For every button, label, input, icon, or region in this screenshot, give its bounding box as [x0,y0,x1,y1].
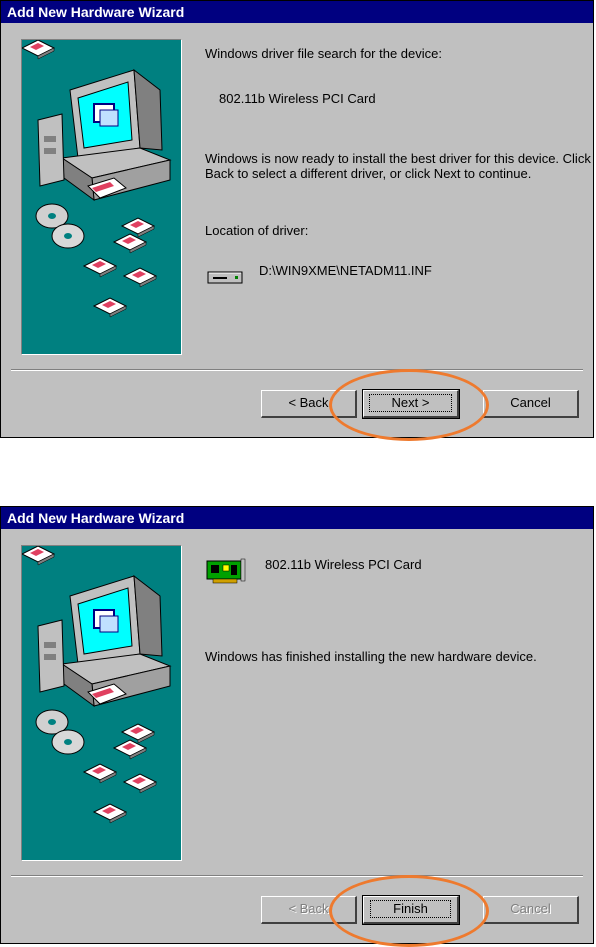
separator [11,369,583,371]
highlight-circle [329,875,489,947]
cancel-button[interactable]: Cancel [483,896,579,924]
drive-icon [207,271,243,284]
wizard-illustration [21,545,182,861]
computer-illustration-icon [22,40,181,354]
device-name: 802.11b Wireless PCI Card [265,557,422,572]
install-message: Windows is now ready to install the best… [205,151,591,181]
title-bar: Add New Hardware Wizard [1,507,593,529]
finished-message: Windows has finished installing the new … [205,649,537,664]
separator [11,875,583,877]
highlight-circle [329,369,489,441]
cancel-button[interactable]: Cancel [483,390,579,418]
wizard-illustration [21,39,182,355]
wizard-dialog-finished: Add New Hardware Wizard 802.11b Wireless… [0,506,594,947]
driver-path: D:\WIN9XME\NETADM11.INF [259,263,432,278]
search-heading: Windows driver file search for the devic… [205,46,442,61]
title-bar: Add New Hardware Wizard [1,1,593,23]
network-card-icon [206,558,246,584]
wizard-dialog-driver-search: Add New Hardware Wizard Windows driver f… [0,0,594,441]
computer-illustration-icon [22,546,181,860]
device-name: 802.11b Wireless PCI Card [219,91,376,106]
location-label: Location of driver: [205,223,309,238]
